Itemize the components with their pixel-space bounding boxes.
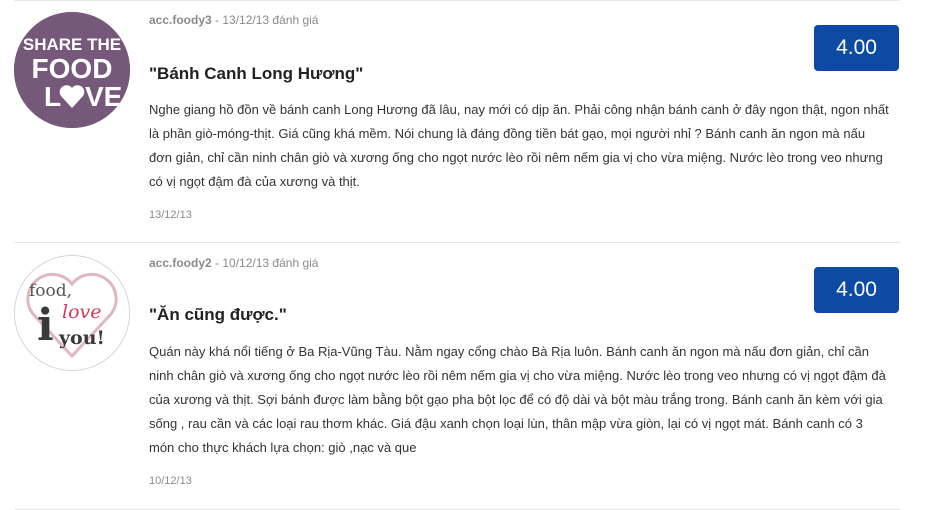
svg-text:VE: VE bbox=[85, 81, 122, 112]
svg-text:love: love bbox=[62, 301, 102, 323]
review-title[interactable]: "Bánh Canh Long Hương" bbox=[149, 64, 363, 84]
review-date: 10/12/13 bbox=[149, 475, 192, 487]
review-body: Quán này khá nổi tiếng ở Ba Rịa-Vũng Tàu… bbox=[149, 344, 886, 455]
review-meta: acc.foody2 - 10/12/13 đánh giá bbox=[149, 256, 318, 270]
score-badge: 4.00 bbox=[814, 267, 899, 313]
username-link[interactable]: acc.foody3 bbox=[149, 13, 212, 27]
review-card: food, i love you! acc.foody2 - 10/12/13 … bbox=[14, 242, 900, 510]
review-date: 13/12/13 bbox=[149, 209, 192, 221]
avatar[interactable]: SHARE THE FOOD L VE bbox=[14, 12, 130, 128]
review-body: Nghe giang hồ đồn về bánh canh Long Hươn… bbox=[149, 102, 889, 189]
score-badge: 4.00 bbox=[814, 25, 899, 71]
review-meta: acc.foody3 - 13/12/13 đánh giá bbox=[149, 13, 318, 27]
review-action: đánh giá bbox=[269, 13, 319, 27]
svg-text:L: L bbox=[44, 81, 61, 112]
svg-text:SHARE THE: SHARE THE bbox=[23, 35, 121, 54]
username-link[interactable]: acc.foody2 bbox=[149, 256, 212, 270]
review-date-inline: 10/12/13 bbox=[222, 256, 270, 270]
review-card: SHARE THE FOOD L VE acc.foody3 - 13/12/1… bbox=[14, 0, 900, 243]
svg-text:food,: food, bbox=[29, 281, 72, 301]
review-action: đánh giá bbox=[269, 256, 319, 270]
food-i-love-you-logo: food, i love you! bbox=[15, 256, 129, 370]
svg-text:i: i bbox=[37, 300, 54, 351]
svg-text:FOOD: FOOD bbox=[32, 53, 113, 84]
review-title[interactable]: "Ăn cũng được." bbox=[149, 305, 287, 325]
svg-text:you!: you! bbox=[58, 327, 105, 349]
avatar[interactable]: food, i love you! bbox=[14, 255, 130, 371]
review-date-inline: 13/12/13 bbox=[222, 13, 270, 27]
share-the-food-love-logo: SHARE THE FOOD L VE bbox=[14, 12, 130, 128]
meta-separator: - bbox=[211, 256, 223, 270]
meta-separator: - bbox=[211, 13, 223, 27]
